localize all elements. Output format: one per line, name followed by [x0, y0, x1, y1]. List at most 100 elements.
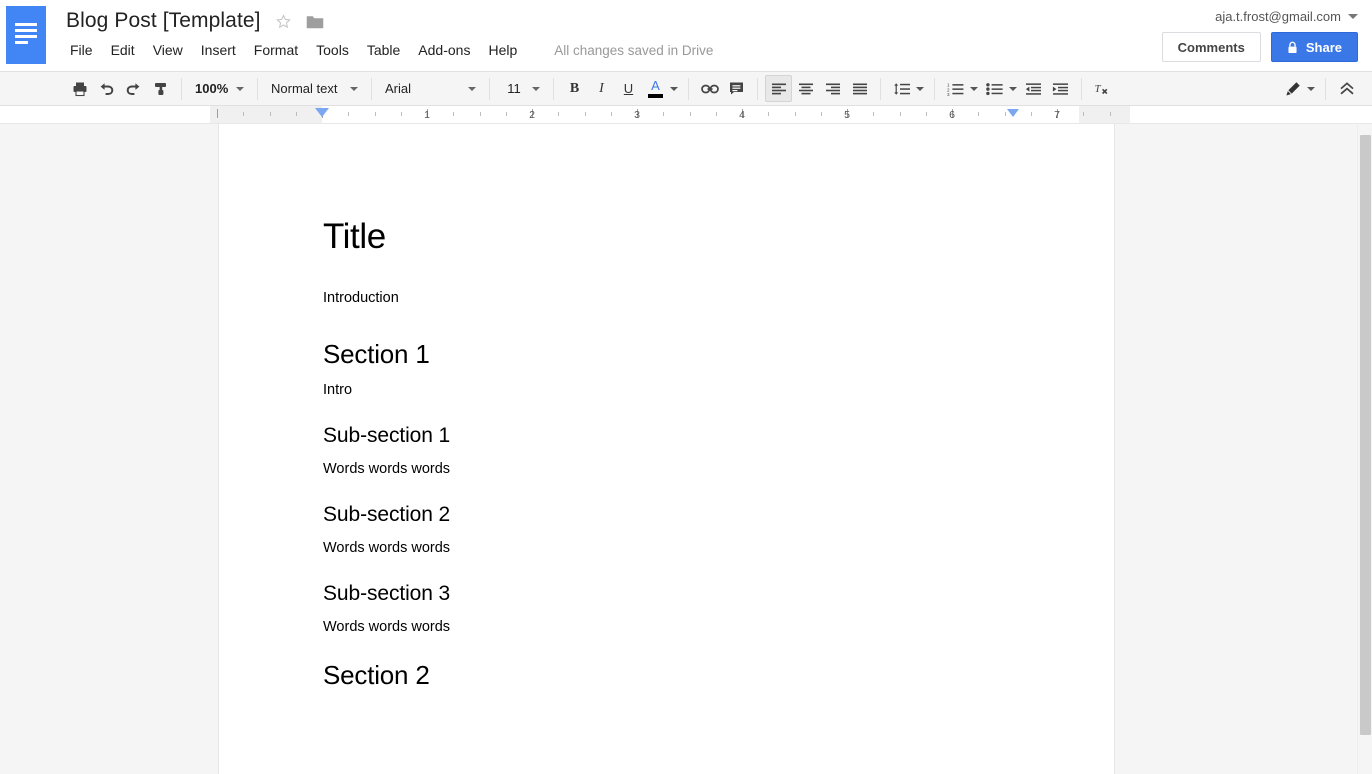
- menu-item-insert[interactable]: Insert: [192, 41, 245, 59]
- menu-item-table[interactable]: Table: [358, 41, 409, 59]
- paragraph-style-dropdown[interactable]: Normal text: [265, 75, 364, 102]
- align-justify-button[interactable]: [846, 75, 873, 102]
- numbered-list-button[interactable]: 1 2 3: [942, 75, 969, 102]
- comments-button[interactable]: Comments: [1161, 32, 1261, 62]
- align-right-icon: [825, 83, 840, 94]
- increase-indent-button[interactable]: [1047, 75, 1074, 102]
- indent-increase-icon: [1052, 82, 1068, 95]
- underline-button[interactable]: U: [615, 75, 642, 102]
- align-justify-icon: [852, 83, 867, 94]
- ruler-minor-tick: [374, 112, 376, 116]
- left-indent-marker[interactable]: [315, 108, 329, 117]
- align-center-button[interactable]: [792, 75, 819, 102]
- font-family-dropdown[interactable]: Arial: [379, 75, 482, 102]
- toolbar-divider: [757, 77, 758, 100]
- menu-item-help[interactable]: Help: [479, 41, 526, 59]
- chevron-down-icon: [532, 86, 540, 91]
- insert-link-button[interactable]: [696, 75, 723, 102]
- menu-item-format[interactable]: Format: [245, 41, 307, 59]
- right-indent-marker[interactable]: [1006, 109, 1019, 117]
- line-spacing-button[interactable]: [888, 75, 915, 102]
- docs-home-button[interactable]: [6, 6, 46, 64]
- ruler-minor-tick: [873, 112, 875, 116]
- edit-mode-button[interactable]: [1279, 75, 1306, 102]
- ruler-number-2: 2: [529, 109, 535, 121]
- ruler-minor-tick: [1004, 112, 1006, 116]
- undo-button[interactable]: [93, 75, 120, 102]
- line-spacing-chevron-down-icon[interactable]: [916, 86, 924, 91]
- redo-icon: [126, 82, 140, 95]
- paint-format-button[interactable]: [147, 75, 174, 102]
- print-button[interactable]: [66, 75, 93, 102]
- menu-item-view[interactable]: View: [144, 41, 192, 59]
- numbered-list-chevron-down-icon[interactable]: [970, 86, 978, 91]
- font-size-dropdown[interactable]: 11: [497, 75, 546, 102]
- star-icon[interactable]: [275, 13, 292, 30]
- toolbar-divider: [553, 77, 554, 100]
- account-email: aja.t.frost@gmail.com: [1215, 9, 1341, 24]
- horizontal-ruler[interactable]: 1 2 3 4 5 6 7: [0, 106, 1372, 124]
- ruler-minor-tick: [558, 112, 560, 116]
- doc-paragraph-intro: Intro: [323, 382, 353, 398]
- decrease-indent-button[interactable]: [1020, 75, 1047, 102]
- ruler-number-6: 6: [949, 109, 955, 121]
- underline-label: U: [623, 81, 634, 96]
- vertical-scrollbar[interactable]: [1357, 125, 1372, 774]
- chevron-down-icon: [1348, 14, 1358, 19]
- account-menu[interactable]: aja.t.frost@gmail.com: [1215, 9, 1358, 24]
- collapse-toolbar-button[interactable]: [1333, 75, 1360, 102]
- toolbar-right-group: [1279, 75, 1372, 102]
- ruler-minor-tick: [584, 112, 586, 116]
- text-color-button[interactable]: A: [642, 75, 669, 102]
- bulleted-list-chevron-down-icon[interactable]: [1009, 86, 1017, 91]
- align-right-button[interactable]: [819, 75, 846, 102]
- document-scroll-area: Title Introduction Section 1 Intro Sub-s…: [0, 124, 1372, 774]
- document-title[interactable]: Blog Post [Template]: [66, 8, 261, 34]
- share-button[interactable]: Share: [1270, 32, 1358, 62]
- add-comment-button[interactable]: [723, 75, 750, 102]
- text-color-swatch: [648, 94, 663, 98]
- toolbar-divider: [880, 77, 881, 100]
- ruler-left-margin: [210, 106, 322, 123]
- chevron-down-icon: [468, 86, 476, 91]
- bold-label: B: [569, 80, 580, 96]
- menu-item-addons[interactable]: Add-ons: [409, 41, 479, 59]
- bulleted-list-button[interactable]: [981, 75, 1008, 102]
- link-icon: [700, 84, 719, 93]
- docs-hamburger-icon: [15, 23, 37, 47]
- redo-button[interactable]: [120, 75, 147, 102]
- ruler-minor-tick: [715, 112, 717, 116]
- bold-button[interactable]: B: [561, 75, 588, 102]
- align-center-icon: [798, 83, 813, 94]
- ruler-number-1: 1: [424, 109, 430, 121]
- align-left-button[interactable]: [765, 75, 792, 102]
- doc-heading-sub-section-3: Sub-section 3: [323, 582, 451, 605]
- toolbar-divider: [257, 77, 258, 100]
- document-title-row: Blog Post [Template]: [66, 8, 324, 34]
- doc-heading-section-1: Section 1: [323, 339, 430, 369]
- document-page[interactable]: Title Introduction Section 1 Intro Sub-s…: [218, 124, 1115, 774]
- text-color-chevron-down-icon[interactable]: [670, 86, 678, 91]
- doc-heading-sub-section-1: Sub-section 1: [323, 424, 451, 447]
- ruler-minor-tick: [1083, 112, 1085, 116]
- ruler-minor-tick: [820, 112, 822, 116]
- scrollbar-thumb[interactable]: [1360, 135, 1371, 735]
- toolbar-group-file: [66, 75, 174, 102]
- edit-mode-chevron-down-icon[interactable]: [1307, 86, 1315, 91]
- menu-item-edit[interactable]: Edit: [102, 41, 144, 59]
- ruler-minor-tick: [243, 112, 245, 116]
- menu-item-tools[interactable]: Tools: [307, 41, 358, 59]
- zoom-dropdown[interactable]: 100%: [189, 75, 250, 102]
- ruler-number-5: 5: [844, 109, 850, 121]
- menu-item-file[interactable]: File: [66, 41, 102, 59]
- undo-icon: [100, 82, 114, 95]
- doc-heading-title: Title: [323, 217, 386, 256]
- svg-text:3: 3: [947, 91, 950, 95]
- header-actions: Comments Share: [1161, 32, 1358, 62]
- clear-formatting-button[interactable]: T: [1089, 75, 1116, 102]
- italic-button[interactable]: I: [588, 75, 615, 102]
- folder-icon[interactable]: [306, 14, 324, 29]
- italic-label: I: [599, 80, 604, 96]
